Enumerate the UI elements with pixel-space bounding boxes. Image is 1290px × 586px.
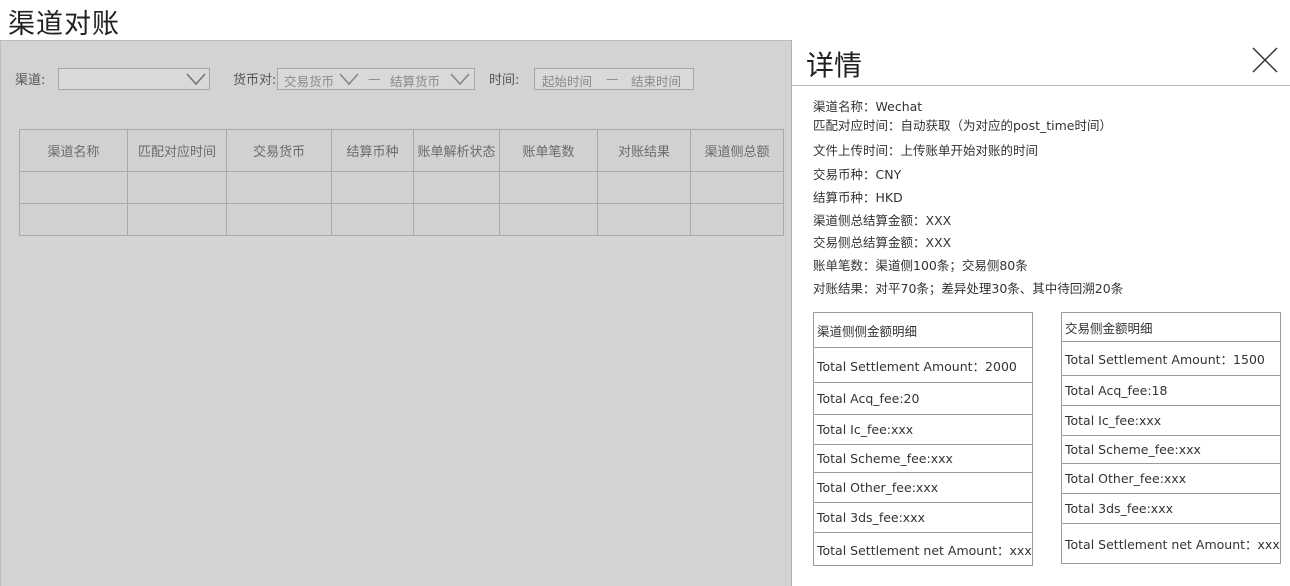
table-row: Total Settlement net Amount：xxx	[1061, 523, 1281, 564]
detail-panel-title: 详情	[806, 49, 863, 82]
detail-upload-time: 文件上传时间：上传账单开始对账的时间	[813, 143, 1039, 158]
table-row: Total Acq_fee:18	[1061, 375, 1281, 406]
time-range-input[interactable]: 起始时间 — 结束时间	[534, 68, 694, 90]
detail-channel-total: 渠道侧总结算金额：XXX	[813, 213, 952, 228]
detail-panel: 详情 渠道名称：Wechat 匹配对应时间：自动获取（为对应的post_time…	[791, 40, 1290, 586]
detail-channel-name: 渠道名称：Wechat	[813, 99, 923, 114]
column-header: 渠道名称	[19, 129, 128, 172]
table-row: Total Scheme_fee:xxx	[1061, 435, 1281, 464]
table-row: Total Other_fee:xxx	[813, 472, 1033, 503]
trade-amount-table: 交易侧金额明细 Total Settlement Amount：1500 Tot…	[1061, 312, 1281, 564]
close-icon[interactable]	[1250, 45, 1280, 75]
detail-recon-result: 对账结果：对平70条；差异处理30条、其中待回溯20条	[813, 281, 1124, 296]
detail-panel-header: 详情	[792, 40, 1290, 86]
table-row: Total Acq_fee:20	[813, 382, 1033, 415]
chevron-down-icon[interactable]	[338, 72, 360, 86]
table-row: Total Ic_fee:xxx	[1061, 405, 1281, 436]
table-row: Total 3ds_fee:xxx	[1061, 493, 1281, 524]
time-label: 时间:	[489, 73, 520, 88]
detail-settle-currency: 结算币种：HKD	[813, 190, 903, 205]
table-header-row: 渠道名称 匹配对应时间 交易货币 结算币种 账单解析状态 账单笔数 对账结果 渠…	[19, 129, 784, 172]
channel-amount-table: 渠道侧侧金额明细 Total Settlement Amount：2000 To…	[813, 312, 1033, 566]
filter-bar: 渠道: 货币对: 交易货币 — 结算货币 时间: 起始时间 — 结束时间	[1, 41, 791, 111]
detail-match-time: 匹配对应时间：自动获取（为对应的post_time时间）	[813, 118, 1112, 133]
table-row[interactable]	[19, 171, 784, 204]
table-row: Total Other_fee:xxx	[1061, 463, 1281, 494]
detail-trade-total: 交易侧总结算金额：XXX	[813, 235, 952, 250]
channel-label: 渠道:	[15, 73, 46, 88]
column-header: 对账结果	[597, 129, 691, 172]
table-row[interactable]	[19, 203, 784, 236]
table-row: Total Ic_fee:xxx	[813, 414, 1033, 445]
table-row: Total Settlement net Amount：xxx	[813, 532, 1033, 566]
page-title: 渠道对账	[8, 9, 120, 40]
end-time-placeholder: 结束时间	[631, 74, 682, 89]
reconciliation-table: 渠道名称 匹配对应时间 交易货币 结算币种 账单解析状态 账单笔数 对账结果 渠…	[19, 129, 784, 236]
currency-pair-label: 货币对:	[233, 73, 277, 88]
column-header: 交易货币	[226, 129, 332, 172]
settle-currency-placeholder: 结算货币	[390, 74, 441, 89]
table-row: Total 3ds_fee:xxx	[813, 502, 1033, 533]
channel-amount-table-header: 渠道侧侧金额明细	[813, 312, 1033, 348]
table-row: Total Settlement Amount：1500	[1061, 341, 1281, 376]
column-header: 渠道侧总额	[690, 129, 784, 172]
trade-currency-placeholder: 交易货币	[284, 74, 335, 89]
currency-pair-select[interactable]: 交易货币 — 结算货币	[277, 68, 475, 90]
column-header: 匹配对应时间	[127, 129, 227, 172]
chevron-down-icon[interactable]	[449, 72, 471, 86]
detail-trade-currency: 交易币种：CNY	[813, 167, 902, 182]
table-row: Total Settlement Amount：2000	[813, 347, 1033, 383]
range-dash: —	[368, 71, 381, 86]
trade-amount-table-header: 交易侧金额明细	[1061, 312, 1281, 342]
chevron-down-icon	[186, 73, 206, 86]
column-header: 账单解析状态	[413, 129, 500, 172]
channel-select[interactable]	[58, 68, 210, 90]
column-header: 账单笔数	[499, 129, 598, 172]
table-row: Total Scheme_fee:xxx	[813, 444, 1033, 473]
start-time-placeholder: 起始时间	[542, 74, 593, 89]
range-dash: —	[606, 71, 619, 86]
column-header: 结算币种	[331, 129, 414, 172]
detail-bill-count: 账单笔数：渠道侧100条；交易侧80条	[813, 258, 1028, 273]
